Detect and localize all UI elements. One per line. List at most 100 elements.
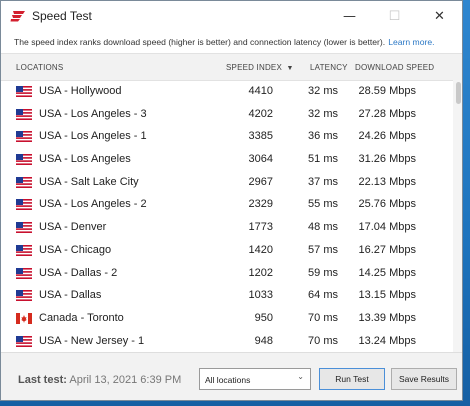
list-item[interactable]: USA - Los Angeles - 3 4202 32 ms 27.28 M… — [1, 103, 453, 126]
column-header: LOCATIONS SPEED INDEX ▼ LATENCY DOWNLOAD… — [1, 53, 462, 81]
latency-value: 48 ms — [308, 221, 338, 234]
info-text: The speed index ranks download speed (hi… — [14, 37, 386, 47]
download-speed-value: 28.59 Mbps — [358, 85, 416, 97]
close-button[interactable]: ✕ — [417, 1, 462, 31]
location-filter-dropdown[interactable]: All locations ⌄ — [199, 368, 311, 390]
download-speed-column-header[interactable]: DOWNLOAD SPEED — [355, 63, 434, 72]
speed-index-value: 1420 — [248, 243, 273, 256]
expressvpn-logo-icon — [10, 11, 25, 22]
location-name: USA - Los Angeles — [39, 153, 131, 166]
list-item[interactable]: USA - Dallas 1033 64 ms 13.15 Mbps — [1, 284, 453, 307]
latency-value: 59 ms — [308, 266, 338, 279]
list-item[interactable]: USA - Dallas - 2 1202 59 ms 14.25 Mbps — [1, 262, 453, 285]
speed-index-value: 950 — [254, 311, 273, 324]
list-item[interactable]: USA - Denver 1773 48 ms 17.04 Mbps — [1, 216, 453, 239]
location-name: USA - Los Angeles - 2 — [39, 198, 147, 211]
list-item[interactable]: USA - Los Angeles 3064 51 ms 31.26 Mbps — [1, 148, 453, 171]
download-speed-value: 13.39 Mbps — [358, 311, 416, 324]
run-test-button[interactable]: Run Test — [319, 368, 385, 390]
canada-flag-icon — [16, 312, 32, 324]
us-flag-icon — [16, 131, 32, 143]
location-name: USA - Hollywood — [39, 85, 122, 97]
latency-value: 70 ms — [308, 334, 338, 347]
info-banner: The speed index ranks download speed (hi… — [1, 31, 462, 53]
download-speed-value: 13.24 Mbps — [358, 334, 416, 347]
last-test-info: Last test: April 13, 2021 6:39 PM — [18, 374, 181, 386]
latency-column-header[interactable]: LATENCY — [310, 63, 348, 72]
latency-value: 37 ms — [308, 175, 338, 188]
sort-descending-icon: ▼ — [286, 65, 294, 72]
latency-value: 57 ms — [308, 243, 338, 256]
list-item[interactable]: USA - Hollywood 4410 32 ms 28.59 Mbps — [1, 80, 453, 103]
latency-value: 64 ms — [308, 289, 338, 302]
us-flag-icon — [16, 154, 32, 166]
list-item[interactable]: Canada - Toronto 950 70 ms 13.39 Mbps — [1, 307, 453, 330]
chevron-down-icon: ⌄ — [297, 372, 304, 381]
footer-bar: Last test: April 13, 2021 6:39 PM All lo… — [1, 352, 462, 400]
speed-index-value: 4202 — [248, 107, 273, 120]
location-name: USA - New Jersey - 1 — [39, 334, 145, 347]
speed-index-value: 2329 — [248, 198, 273, 211]
latency-value: 36 ms — [308, 130, 338, 143]
location-name: USA - Denver — [39, 221, 107, 234]
minimize-button[interactable]: — — [327, 1, 372, 31]
us-flag-icon — [16, 335, 32, 347]
window-title: Speed Test — [32, 9, 92, 23]
speed-index-value: 1773 — [248, 221, 273, 234]
us-flag-icon — [16, 199, 32, 211]
download-speed-value: 13.15 Mbps — [358, 289, 416, 302]
list-item[interactable]: USA - Chicago 1420 57 ms 16.27 Mbps — [1, 239, 453, 262]
results-list: USA - Hollywood 4410 32 ms 28.59 Mbps US… — [1, 80, 453, 352]
us-flag-icon — [16, 267, 32, 279]
speed-index-value: 2967 — [248, 175, 273, 188]
us-flag-icon — [16, 176, 32, 188]
us-flag-icon — [16, 86, 32, 97]
speed-index-value: 4410 — [248, 85, 273, 97]
scrollbar-thumb[interactable] — [456, 82, 461, 104]
location-name: USA - Los Angeles - 1 — [39, 130, 147, 143]
learn-more-link[interactable]: Learn more. — [388, 37, 434, 47]
us-flag-icon — [16, 290, 32, 302]
latency-value: 32 ms — [308, 107, 338, 120]
title-bar[interactable]: Speed Test — ☐ ✕ — [1, 1, 462, 31]
download-speed-value: 25.76 Mbps — [358, 198, 416, 211]
speed-index-column-header[interactable]: SPEED INDEX ▼ — [226, 63, 294, 72]
location-name: USA - Salt Lake City — [39, 175, 139, 188]
us-flag-icon — [16, 244, 32, 256]
save-results-button[interactable]: Save Results — [391, 368, 457, 390]
latency-value: 55 ms — [308, 198, 338, 211]
location-name: USA - Chicago — [39, 243, 112, 256]
speed-index-value: 3385 — [248, 130, 273, 143]
location-name: USA - Dallas — [39, 289, 102, 302]
speed-index-value: 1202 — [248, 266, 273, 279]
latency-value: 32 ms — [308, 85, 338, 97]
location-name: USA - Dallas - 2 — [39, 266, 118, 279]
speed-index-value: 1033 — [248, 289, 273, 302]
speed-index-value: 3064 — [248, 153, 273, 166]
list-item[interactable]: USA - Los Angeles - 1 3385 36 ms 24.26 M… — [1, 125, 453, 148]
location-name: Canada - Toronto — [39, 311, 124, 324]
list-item[interactable]: USA - New Jersey - 1 948 70 ms 13.24 Mbp… — [1, 330, 453, 352]
vertical-scrollbar[interactable] — [453, 80, 462, 352]
download-speed-value: 16.27 Mbps — [358, 243, 416, 256]
speed-index-label: SPEED INDEX — [226, 63, 282, 72]
download-speed-value: 17.04 Mbps — [358, 221, 416, 234]
speed-index-value: 948 — [254, 334, 273, 347]
locations-column-header[interactable]: LOCATIONS — [16, 63, 63, 72]
list-item[interactable]: USA - Los Angeles - 2 2329 55 ms 25.76 M… — [1, 193, 453, 216]
maximize-button[interactable]: ☐ — [372, 1, 417, 31]
speed-test-window: Speed Test — ☐ ✕ The speed index ranks d… — [0, 0, 463, 401]
latency-value: 51 ms — [308, 153, 338, 166]
download-speed-value: 27.28 Mbps — [358, 107, 416, 120]
download-speed-value: 22.13 Mbps — [358, 175, 416, 188]
location-filter-value: All locations — [205, 375, 251, 385]
latency-value: 70 ms — [308, 311, 338, 324]
us-flag-icon — [16, 222, 32, 234]
last-test-label: Last test: — [18, 374, 67, 386]
us-flag-icon — [16, 108, 32, 120]
list-item[interactable]: USA - Salt Lake City 2967 37 ms 22.13 Mb… — [1, 171, 453, 194]
location-name: USA - Los Angeles - 3 — [39, 107, 147, 120]
download-speed-value: 14.25 Mbps — [358, 266, 416, 279]
download-speed-value: 31.26 Mbps — [358, 153, 416, 166]
download-speed-value: 24.26 Mbps — [358, 130, 416, 143]
